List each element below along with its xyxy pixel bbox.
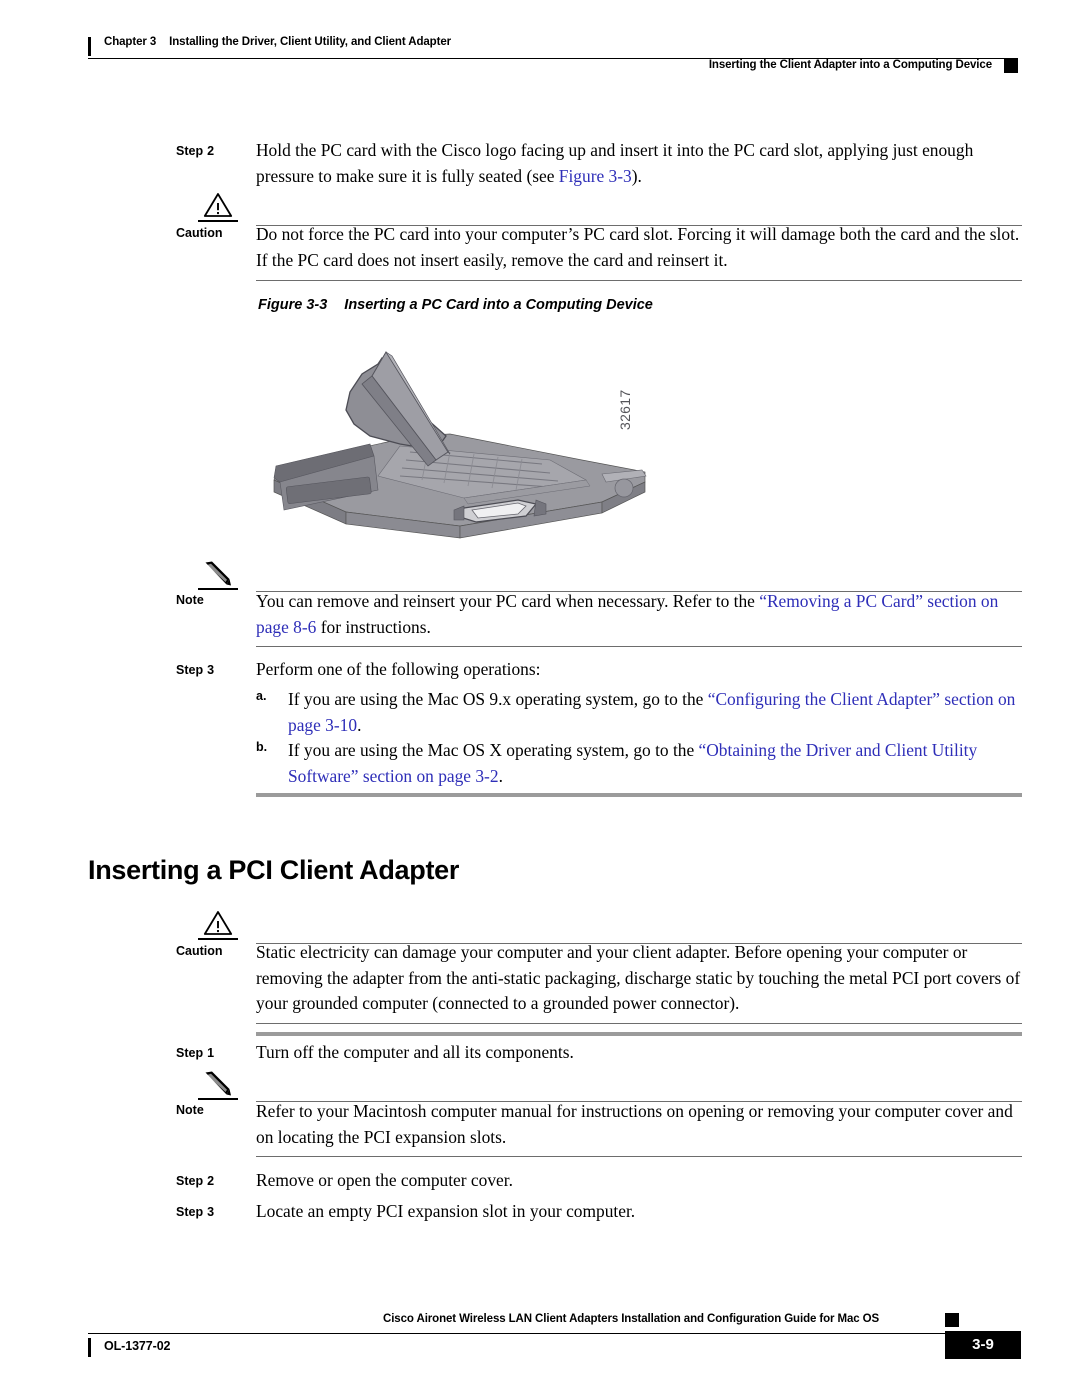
caution-text-2: Static electricity can damage your compu… <box>256 942 1021 1013</box>
substep-a-text: If you are using the Mac OS 9.x operatin… <box>288 689 1016 735</box>
figure-3-3-image: 32617 <box>250 340 670 550</box>
caution-icon <box>190 192 246 222</box>
substep-b-text: If you are using the Mac OS X operating … <box>288 740 978 786</box>
substep-b-marker: b. <box>256 740 268 754</box>
caution-rule-bottom-2 <box>256 1023 1022 1025</box>
footer-doc-id: OL-1377-02 <box>104 1339 171 1353</box>
figure-id-number: 32617 <box>617 389 633 430</box>
note-label-1: Note <box>176 593 204 607</box>
step-2-text: Hold the PC card with the Cisco logo fac… <box>256 140 974 186</box>
caution-rule-bottom-1 <box>256 280 1022 282</box>
document-page: Chapter 3 Installing the Driver, Client U… <box>0 0 1080 1397</box>
figure-caption: Figure 3-3 Inserting a PC Card into a Com… <box>258 297 653 313</box>
step-3-text: Perform one of the following operations: <box>256 659 541 679</box>
note-text-1: You can remove and reinsert your PC card… <box>256 591 999 637</box>
caution-icon-underline-2 <box>198 938 238 940</box>
note-label-2: Note <box>176 1103 204 1117</box>
caution-icon-underline <box>198 220 238 222</box>
caution-label-1: Caution <box>176 226 223 240</box>
header-section-title: Inserting the Client Adapter into a Comp… <box>708 59 992 71</box>
pci-step-1-text: Turn off the computer and all its compon… <box>256 1042 574 1062</box>
pci-step-1-label: Step 1 <box>176 1046 215 1060</box>
pci-step-3-label: Step 3 <box>176 1205 215 1219</box>
pci-step-2-label: Step 2 <box>176 1174 215 1188</box>
note-rule-bottom-2 <box>256 1156 1022 1158</box>
figure-caption-number: Figure 3-3 <box>258 297 328 313</box>
footer-rule <box>88 1333 957 1335</box>
xref-figure-3-3[interactable]: Figure 3-3 <box>559 166 632 186</box>
caution-label-2: Caution <box>176 944 223 958</box>
procedure-start-rule-2 <box>256 1032 1022 1036</box>
note-icon-underline-2 <box>198 1098 238 1100</box>
header-change-bar <box>88 37 91 56</box>
note-rule-bottom-1 <box>256 646 1022 648</box>
procedure-end-rule-1 <box>256 793 1022 797</box>
page-header: Chapter 3 Installing the Driver, Client U… <box>88 34 1018 76</box>
header-chapter-title: Installing the Driver, Client Utility, a… <box>169 36 451 48</box>
header-chapter-number: Chapter 3 <box>104 36 157 48</box>
caution-text-1: Do not force the PC card into your compu… <box>256 224 1020 270</box>
substep-a-marker: a. <box>256 689 267 703</box>
footer-change-bar <box>88 1338 91 1357</box>
header-square-marker <box>1004 59 1018 73</box>
header-chapter: Chapter 3 Installing the Driver, Client U… <box>104 36 451 48</box>
pci-step-2-text: Remove or open the computer cover. <box>256 1170 513 1190</box>
note-icon <box>190 560 246 590</box>
footer-square-marker <box>945 1313 959 1327</box>
note-text-2: Refer to your Macintosh computer manual … <box>256 1101 1013 1147</box>
caution-icon-2 <box>190 910 246 940</box>
page-heading-inserting-pci-client-adapter: Inserting a PCI Client Adapter <box>88 855 460 885</box>
step-3-label: Step 3 <box>176 663 215 677</box>
footer-page-number: 3-9 <box>945 1331 1021 1359</box>
footer-guide-title: Cisco Aironet Wireless LAN Client Adapte… <box>383 1313 880 1325</box>
note-icon-underline <box>198 588 238 590</box>
pci-step-3-text: Locate an empty PCI expansion slot in yo… <box>256 1201 636 1221</box>
figure-caption-title: Inserting a PC Card into a Computing Dev… <box>344 297 653 313</box>
step-2-label: Step 2 <box>176 144 215 158</box>
note-icon-2 <box>190 1070 246 1100</box>
